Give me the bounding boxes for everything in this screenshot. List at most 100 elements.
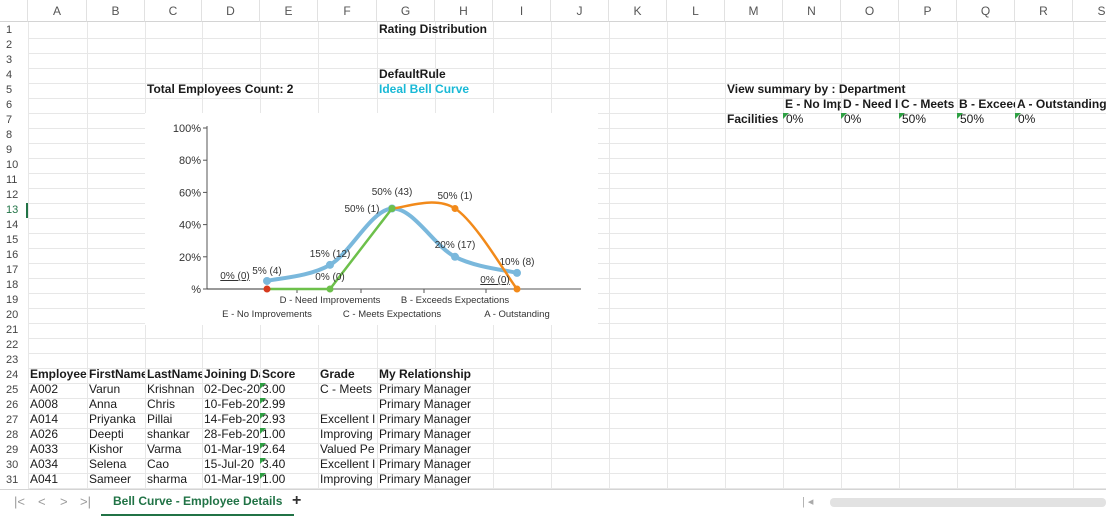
column-header[interactable]: E (260, 0, 318, 22)
row-header[interactable]: 31 (0, 473, 28, 488)
table-cell[interactable]: Varun (87, 382, 145, 397)
table-cell[interactable]: 01-Mar-19 (202, 472, 260, 487)
row-header[interactable]: 7 (0, 113, 28, 128)
row-header[interactable]: 14 (0, 218, 28, 233)
row-header[interactable]: 22 (0, 338, 28, 353)
table-cell[interactable]: 14-Feb-20 (202, 412, 260, 427)
column-header[interactable]: A (28, 0, 87, 22)
table-cell[interactable]: 10-Feb-20 (202, 397, 260, 412)
table-cell[interactable]: 2.99 (260, 397, 318, 412)
row-header[interactable]: 26 (0, 398, 28, 413)
table-cell[interactable]: A002 (28, 382, 87, 397)
row-header[interactable]: 24 (0, 368, 28, 383)
table-cell[interactable]: Primary Manager (377, 457, 477, 472)
table-cell[interactable]: Excellent I (318, 412, 377, 427)
table-cell[interactable]: Cao (145, 457, 202, 472)
spreadsheet-grid[interactable]: ABCDEFGHIJKLMNOPQRS 1 2 3 4 5 6 7 8 9 10 11 12 13 14 1… (0, 0, 1106, 489)
row-header[interactable]: 4 (0, 68, 28, 83)
table-cell[interactable] (318, 397, 377, 412)
column-header[interactable]: H (435, 0, 493, 22)
row-header[interactable]: 13 (0, 203, 28, 218)
row-header[interactable]: 25 (0, 383, 28, 398)
table-cell[interactable]: 1.00 (260, 472, 318, 487)
table-cell[interactable]: Valued Pe (318, 442, 377, 457)
bell-curve-chart[interactable]: 100% 80% 60% 40% 20%% D - Need Improvements B … (145, 113, 598, 325)
column-header[interactable]: S (1073, 0, 1106, 22)
row-header[interactable]: 2 (0, 38, 28, 53)
table-cell[interactable]: 15-Jul-20 (202, 457, 260, 472)
table-cell[interactable]: Primary Manager (377, 397, 477, 412)
column-header[interactable]: L (667, 0, 725, 22)
table-cell[interactable]: Anna (87, 397, 145, 412)
row-header[interactable]: 12 (0, 188, 28, 203)
column-header[interactable]: C (145, 0, 202, 22)
first-sheet-button[interactable]: |< (14, 494, 25, 509)
table-cell[interactable]: 2.64 (260, 442, 318, 457)
column-header[interactable]: Q (957, 0, 1015, 22)
table-cell[interactable]: A033 (28, 442, 87, 457)
row-header[interactable]: 17 (0, 263, 28, 278)
summary-value[interactable]: 0% (1015, 112, 1073, 127)
row-header[interactable]: 19 (0, 293, 28, 308)
table-cell[interactable]: sharma (145, 472, 202, 487)
table-cell[interactable]: Primary Manager (377, 427, 477, 442)
column-header[interactable]: O (841, 0, 899, 22)
row-header[interactable]: 9 (0, 143, 28, 158)
column-header[interactable]: I (493, 0, 551, 22)
row-header[interactable]: 6 (0, 98, 28, 113)
summary-value[interactable]: 0% (841, 112, 899, 127)
row-header[interactable]: 29 (0, 443, 28, 458)
row-header[interactable]: 1 (0, 23, 28, 38)
table-cell[interactable]: Pillai (145, 412, 202, 427)
table-cell[interactable]: Chris (145, 397, 202, 412)
prev-sheet-button[interactable]: < (38, 494, 46, 509)
column-header[interactable]: N (783, 0, 841, 22)
column-header[interactable]: K (609, 0, 667, 22)
row-header[interactable]: 30 (0, 458, 28, 473)
table-cell[interactable]: Improving (318, 472, 377, 487)
row-header[interactable]: 16 (0, 248, 28, 263)
table-cell[interactable]: C - Meets (318, 382, 377, 397)
last-sheet-button[interactable]: >| (80, 494, 91, 509)
column-header[interactable]: D (202, 0, 260, 22)
table-cell[interactable]: 3.40 (260, 457, 318, 472)
table-cell[interactable]: A041 (28, 472, 87, 487)
row-header[interactable]: 28 (0, 428, 28, 443)
column-header[interactable]: R (1015, 0, 1073, 22)
next-sheet-button[interactable]: > (60, 494, 68, 509)
table-cell[interactable]: 1.00 (260, 427, 318, 442)
ideal-bell-curve-link[interactable]: Ideal Bell Curve (377, 82, 527, 97)
table-cell[interactable]: 02-Dec-20 (202, 382, 260, 397)
row-header[interactable]: 27 (0, 413, 28, 428)
table-cell[interactable]: Primary Manager (377, 382, 477, 397)
table-cell[interactable]: A008 (28, 397, 87, 412)
row-header[interactable]: 8 (0, 128, 28, 143)
row-header[interactable]: 11 (0, 173, 28, 188)
row-header[interactable]: 20 (0, 308, 28, 323)
table-cell[interactable]: Primary Manager (377, 412, 477, 427)
table-cell[interactable]: 3.00 (260, 382, 318, 397)
table-cell[interactable]: A014 (28, 412, 87, 427)
row-header[interactable]: 10 (0, 158, 28, 173)
row-header[interactable]: 18 (0, 278, 28, 293)
table-cell[interactable]: Improving (318, 427, 377, 442)
table-cell[interactable]: Kishor (87, 442, 145, 457)
row-header[interactable]: 21 (0, 323, 28, 338)
row-header[interactable]: 15 (0, 233, 28, 248)
table-cell[interactable]: Excellent I (318, 457, 377, 472)
table-cell[interactable]: A026 (28, 427, 87, 442)
row-header[interactable]: 23 (0, 353, 28, 368)
column-header[interactable]: B (87, 0, 145, 22)
scroll-left-icon[interactable]: | ◂ (802, 495, 813, 508)
table-cell[interactable]: 28-Feb-20 (202, 427, 260, 442)
table-cell[interactable]: Krishnan (145, 382, 202, 397)
table-cell[interactable]: Deepti (87, 427, 145, 442)
table-cell[interactable]: A034 (28, 457, 87, 472)
summary-value[interactable]: 50% (899, 112, 957, 127)
add-sheet-button[interactable]: + (292, 492, 301, 510)
column-header[interactable]: J (551, 0, 609, 22)
column-header[interactable]: F (318, 0, 377, 22)
table-cell[interactable]: Priyanka (87, 412, 145, 427)
table-cell[interactable]: Sameer (87, 472, 145, 487)
select-all-corner[interactable] (0, 0, 28, 22)
